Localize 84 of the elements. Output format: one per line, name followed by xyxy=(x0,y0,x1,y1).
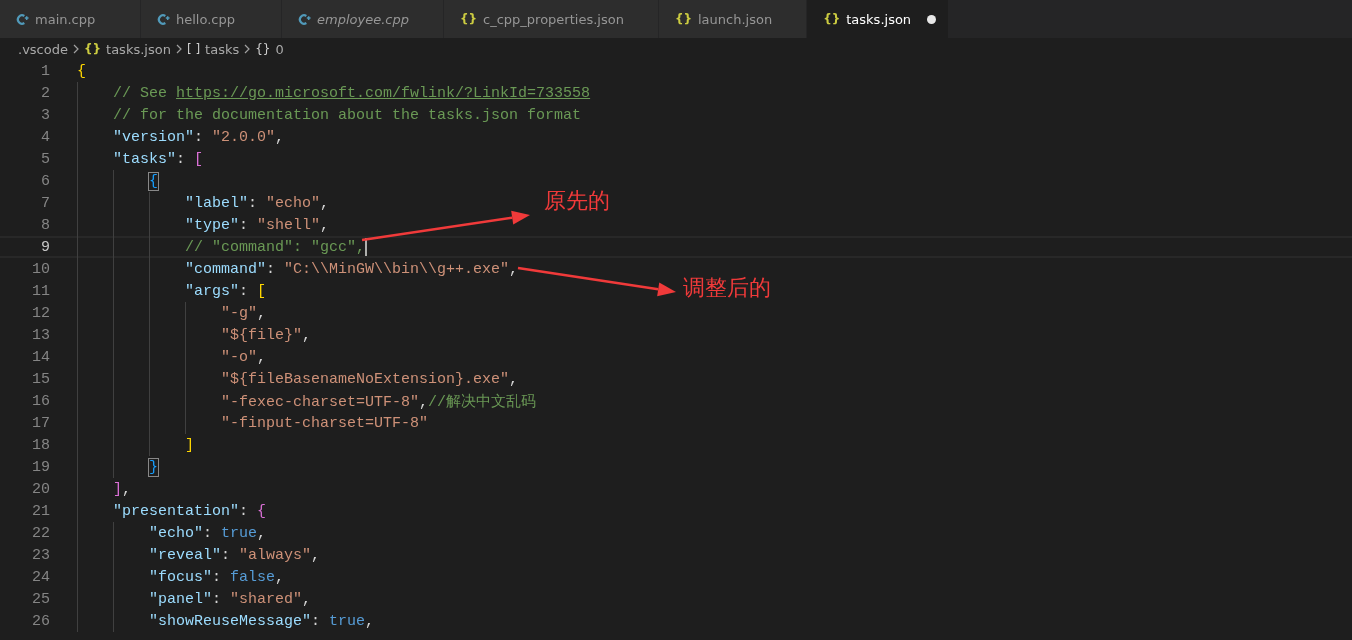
code-line: "-o", xyxy=(221,348,267,366)
line-number: 19 xyxy=(31,458,50,476)
code-line: "${fileBasenameNoExtension}.exe", xyxy=(221,370,519,388)
annotation-label: 调整后的 xyxy=(683,274,771,302)
editor-tab[interactable]: {} tasks.json xyxy=(807,0,950,38)
editor-tab[interactable]: {} c_cpp_properties.json xyxy=(443,0,659,38)
code-line: "command": "C:\\MinGW\\bin\\g++.exe", xyxy=(185,260,519,278)
tab-label: launch.json xyxy=(698,11,773,27)
line-number: 23 xyxy=(31,546,50,564)
line-number: 4 xyxy=(40,128,50,146)
chevron-icon xyxy=(72,44,79,54)
line-number: 1 xyxy=(40,62,50,80)
breadcrumb-item[interactable]: 0 xyxy=(275,41,284,57)
line-number: 8 xyxy=(40,216,50,234)
line-number: 20 xyxy=(31,480,50,498)
tab-label: main.cpp xyxy=(35,11,96,27)
line-number: 26 xyxy=(31,612,50,630)
line-number: 10 xyxy=(31,260,50,278)
code-line: "args": [ xyxy=(185,282,267,300)
code-line: "echo": true, xyxy=(149,524,267,542)
json-icon: {} xyxy=(674,12,692,26)
annotation-label: 原先的 xyxy=(544,187,610,215)
code-line: "showReuseMessage": true, xyxy=(149,612,375,630)
line-number: 15 xyxy=(31,370,50,388)
editor-tab[interactable]: main.cpp xyxy=(0,0,141,38)
line-number: 22 xyxy=(31,524,50,542)
breadcrumb-item[interactable]: tasks xyxy=(205,41,240,57)
brackets-icon: [ ] xyxy=(186,42,201,56)
json-icon: {} xyxy=(823,12,841,26)
braces-icon: {} xyxy=(255,42,271,56)
line-number: 7 xyxy=(40,194,50,212)
code-line: // See https://go.microsoft.com/fwlink/?LinkId=733558 xyxy=(113,84,591,102)
c-plus-icon xyxy=(298,12,311,26)
code-line: // for the documentation about the tasks.json format xyxy=(113,106,582,124)
code-line: "-finput-charset=UTF-8" xyxy=(221,414,429,432)
code-line: "${file}", xyxy=(221,326,312,344)
line-number: 9 xyxy=(40,238,50,256)
chevron-icon xyxy=(175,44,182,54)
line-number: 3 xyxy=(40,106,50,124)
breadcrumb-item[interactable]: .vscode xyxy=(18,41,68,57)
c-plus-icon xyxy=(157,12,170,26)
editor-tab[interactable]: {} launch.json xyxy=(658,0,808,38)
code-line: // "command": "gcc", xyxy=(185,238,366,256)
line-number: 24 xyxy=(31,568,50,586)
tab-label: c_cpp_properties.json xyxy=(483,11,624,27)
line-number: 13 xyxy=(31,326,50,344)
code-line: "label": "echo", xyxy=(185,194,330,212)
code-line: "version": "2.0.0", xyxy=(113,128,285,146)
line-number: 2 xyxy=(40,84,50,102)
line-number: 5 xyxy=(40,150,50,168)
line-number: 18 xyxy=(31,436,50,454)
breadcrumb-item[interactable]: tasks.json xyxy=(106,41,171,57)
code-line: ] xyxy=(185,436,195,454)
code-line: { xyxy=(77,62,86,80)
code-line: "-g", xyxy=(221,304,267,322)
editor-tab[interactable]: employee.cpp xyxy=(282,0,444,38)
line-number: 25 xyxy=(31,590,50,608)
code-line: "presentation": { xyxy=(113,502,267,520)
tab-label: hello.cpp xyxy=(176,11,235,27)
json-icon: {} xyxy=(459,12,478,26)
text-cursor xyxy=(365,238,368,256)
c-plus-icon xyxy=(16,12,29,26)
line-number: 14 xyxy=(31,348,50,366)
braces-icon: {} xyxy=(83,42,102,56)
line-number: 16 xyxy=(31,392,50,410)
tab-label: tasks.json xyxy=(846,11,912,27)
bracket: { xyxy=(149,172,159,190)
code-line: "type": "shell", xyxy=(185,216,330,234)
link[interactable]: https://go.microsoft.com/fwlink/?LinkId=733558 xyxy=(176,84,591,102)
code-line: "-fexec-charset=UTF-8",//解决中文乱码 xyxy=(221,392,537,411)
line-number: 21 xyxy=(31,502,50,520)
bracket: } xyxy=(149,458,159,476)
code-line: "focus": false, xyxy=(149,568,285,586)
line-number: 12 xyxy=(31,304,50,322)
editor-tab[interactable]: hello.cpp xyxy=(141,0,282,38)
code-line: "tasks": [ xyxy=(113,150,204,168)
tab-label: employee.cpp xyxy=(317,11,409,27)
code-line: "reveal": "always", xyxy=(149,546,321,564)
code-line: ], xyxy=(113,480,132,498)
line-number: 6 xyxy=(40,172,50,190)
line-number: 11 xyxy=(31,282,50,300)
chevron-icon xyxy=(244,44,251,54)
code-line: "panel": "shared", xyxy=(149,590,312,608)
line-number: 17 xyxy=(31,414,50,432)
